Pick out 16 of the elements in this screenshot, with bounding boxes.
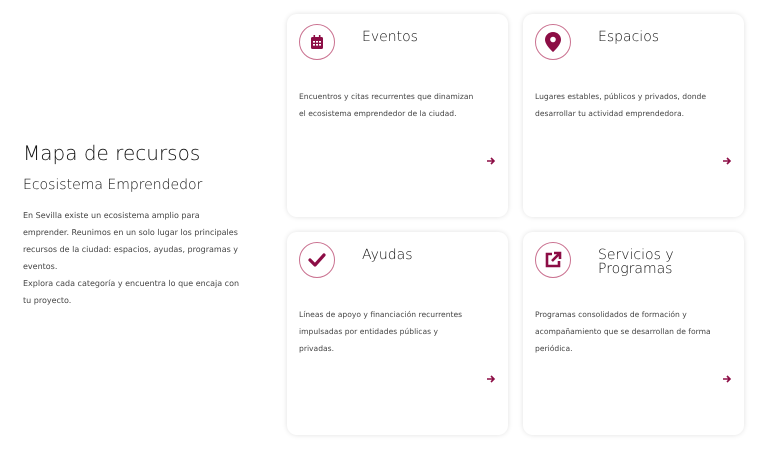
card-title: Espacios: [598, 28, 660, 44]
map-pin-icon: [535, 24, 571, 60]
page-subtitle: Ecosistema Emprendedor: [23, 177, 204, 193]
arrow-right-icon[interactable]: [723, 157, 732, 165]
arrow-right-icon[interactable]: [487, 375, 496, 383]
external-link-icon: [535, 242, 571, 278]
arrow-right-icon[interactable]: [487, 157, 496, 165]
intro-paragraph: En Sevilla existe un ecosistema amplio para emprender. Reunimos en un solo lugar los principales recursos de la ciudad: espacios, ayudas, programas y eventos.: [23, 210, 240, 273]
page-title: Mapa de recursos: [23, 141, 202, 165]
checkmark-icon: [299, 242, 335, 278]
card-title: Servicios y Programas: [598, 246, 675, 276]
card-title: Eventos: [362, 28, 418, 44]
card-title: Ayudas: [362, 246, 413, 262]
arrow-right-icon[interactable]: [723, 375, 732, 383]
intro-paragraph: Explora cada categoría y encuentra lo que encaja con tu proyecto.: [23, 278, 240, 307]
calendar-icon: [299, 24, 335, 60]
